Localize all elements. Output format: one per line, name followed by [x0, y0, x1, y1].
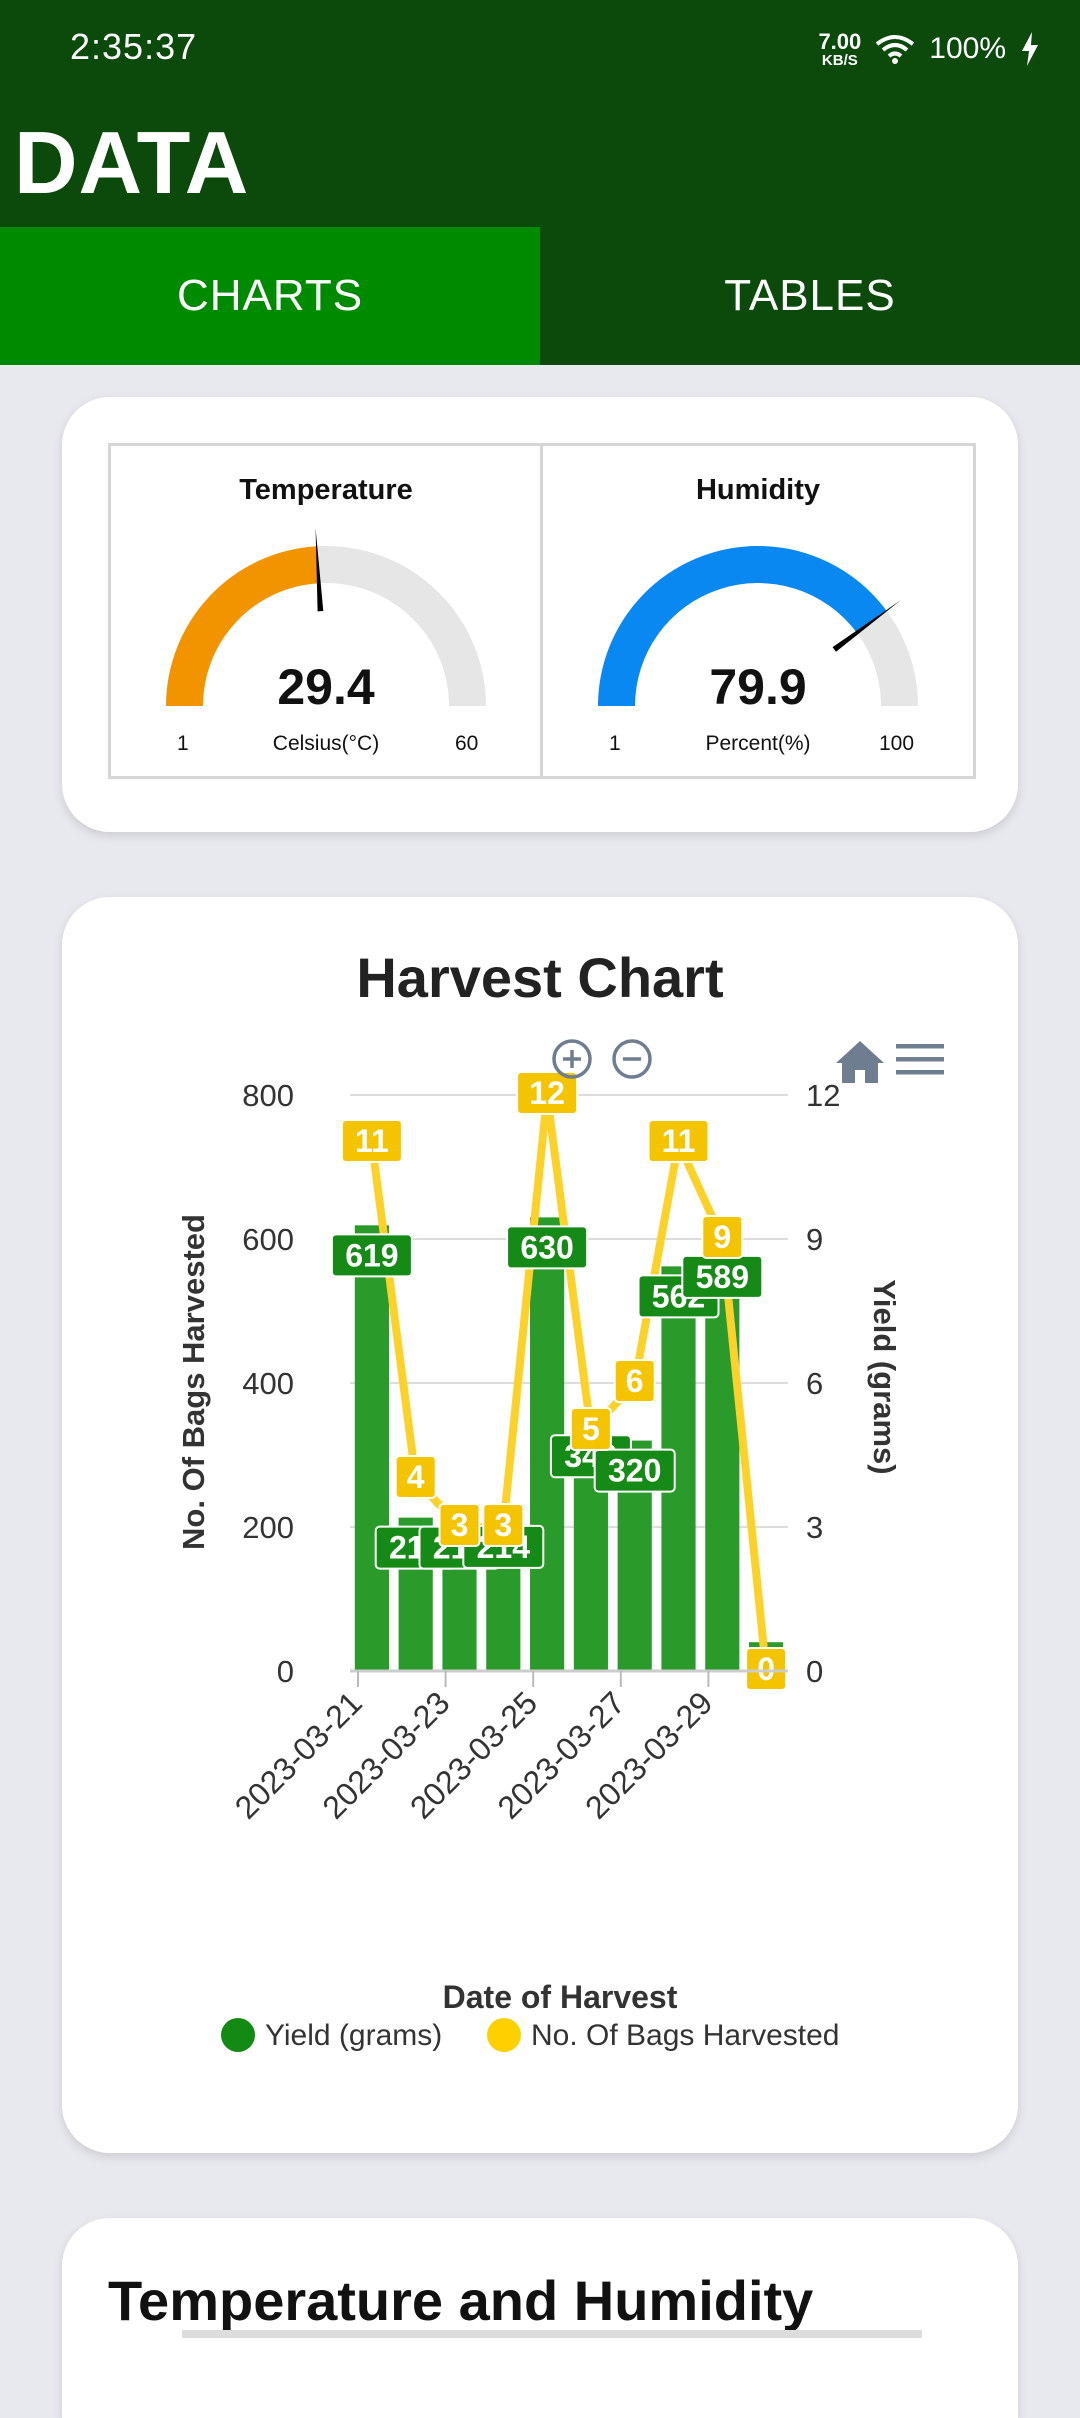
tab-charts[interactable]: CHARTS	[0, 227, 540, 365]
network-speed: 7.00 KB/S	[818, 28, 862, 69]
home-icon[interactable]	[836, 1041, 884, 1083]
temp-humidity-title: Temperature and Humidity	[108, 2269, 814, 2332]
data-label: 3	[451, 1507, 469, 1543]
harvest-chart: 6192132132146303403205625891143312561190…	[176, 1039, 944, 2052]
x-axis-title: Date of Harvest	[443, 1979, 678, 2015]
temperature-gauge-dial	[166, 528, 486, 706]
tab-tables[interactable]: TABLES	[540, 227, 1080, 365]
gauges-card: Temperature 29.4 Celsius(°C) 1 60 Humidi…	[62, 397, 1018, 832]
data-label: 6	[626, 1363, 644, 1399]
y-right-tick-label: 9	[806, 1222, 823, 1257]
legend-item-yield[interactable]: Yield (grams)	[221, 2018, 442, 2052]
status-icons: 7.00 KB/S 100%	[818, 24, 1040, 74]
battery-percent: 100%	[929, 32, 1006, 65]
status-bar: 2:35:37 7.00 KB/S 100%	[0, 0, 1080, 100]
legend-label-bags: No. Of Bags Harvested	[531, 2019, 839, 2052]
data-label: 12	[529, 1075, 565, 1111]
data-label: 9	[713, 1219, 731, 1255]
temperature-value: 29.4	[277, 659, 375, 715]
y-left-tick-label: 600	[242, 1222, 294, 1257]
temperature-gauge: Temperature 29.4 Celsius(°C) 1 60	[108, 443, 544, 779]
data-label: 4	[407, 1459, 425, 1495]
data-label: 3	[494, 1507, 512, 1543]
y-left-tick-label: 400	[242, 1366, 294, 1401]
app-header: 2:35:37 7.00 KB/S 100% DATA CHARTS TABLE…	[0, 0, 1080, 365]
y-right-tick-label: 6	[806, 1366, 823, 1401]
bar-yield[interactable]	[354, 1225, 389, 1671]
legend-marker-bags	[487, 2018, 521, 2052]
harvest-chart-card: Harvest Chart 61921321321463034032056258…	[62, 897, 1018, 2153]
temp-humidity-card: Temperature and Humidity	[62, 2218, 1018, 2418]
data-label: 5	[582, 1411, 600, 1447]
tab-bar: CHARTS TABLES	[0, 227, 1080, 365]
y-left-tick-label: 0	[277, 1654, 294, 1689]
data-label: 0	[757, 1651, 775, 1687]
y-left-tick-label: 800	[242, 1078, 294, 1113]
data-label: 11	[662, 1123, 696, 1159]
legend-label-yield: Yield (grams)	[265, 2019, 442, 2052]
page-title: DATA	[14, 113, 250, 212]
network-speed-unit: KB/S	[821, 51, 858, 69]
y-right-tick-label: 12	[806, 1078, 840, 1113]
data-label: 589	[696, 1259, 749, 1295]
status-time: 2:35:37	[70, 26, 198, 67]
wifi-icon	[876, 35, 915, 64]
y-axis-left-title: No. Of Bags Harvested	[176, 1214, 211, 1550]
humidity-value: 79.9	[709, 659, 807, 715]
y-left-tick-label: 200	[242, 1510, 294, 1545]
network-speed-value: 7.00	[818, 28, 862, 54]
data-label: 630	[520, 1229, 573, 1265]
humidity-max: 100	[879, 732, 915, 755]
temp-humidity-tabs-strip	[182, 2330, 922, 2338]
y-right-tick-label: 0	[806, 1654, 823, 1689]
data-label: 619	[345, 1237, 398, 1273]
y-right-tick-label: 3	[806, 1510, 823, 1545]
charging-icon	[1022, 32, 1038, 66]
temperature-min: 1	[177, 732, 189, 755]
humidity-gauge-dial	[598, 546, 918, 706]
y-axis-right-title: Yield (grams)	[867, 1279, 902, 1474]
humidity-min: 1	[609, 732, 621, 755]
menu-icon[interactable]	[896, 1044, 944, 1075]
legend-marker-yield	[221, 2018, 255, 2052]
data-label: 320	[608, 1453, 661, 1489]
temperature-max: 60	[455, 732, 479, 755]
zoom-out-icon[interactable]	[612, 1039, 652, 1079]
humidity-gauge: Humidity 79.9 Percent(%) 1 100	[540, 443, 976, 779]
data-label: 11	[355, 1123, 389, 1159]
legend: Yield (grams) No. Of Bags Harvested	[221, 2018, 839, 2052]
legend-item-bags[interactable]: No. Of Bags Harvested	[487, 2018, 839, 2052]
